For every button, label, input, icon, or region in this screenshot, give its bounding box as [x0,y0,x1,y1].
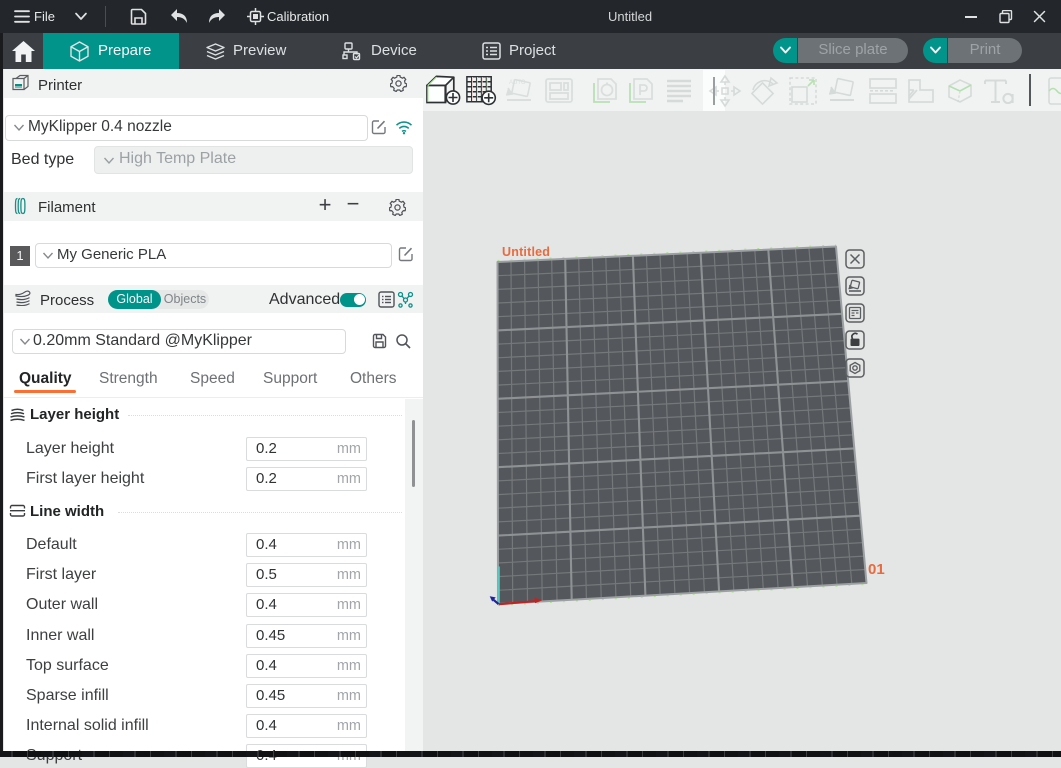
svg-text:AUTO: AUTO [509,80,526,86]
